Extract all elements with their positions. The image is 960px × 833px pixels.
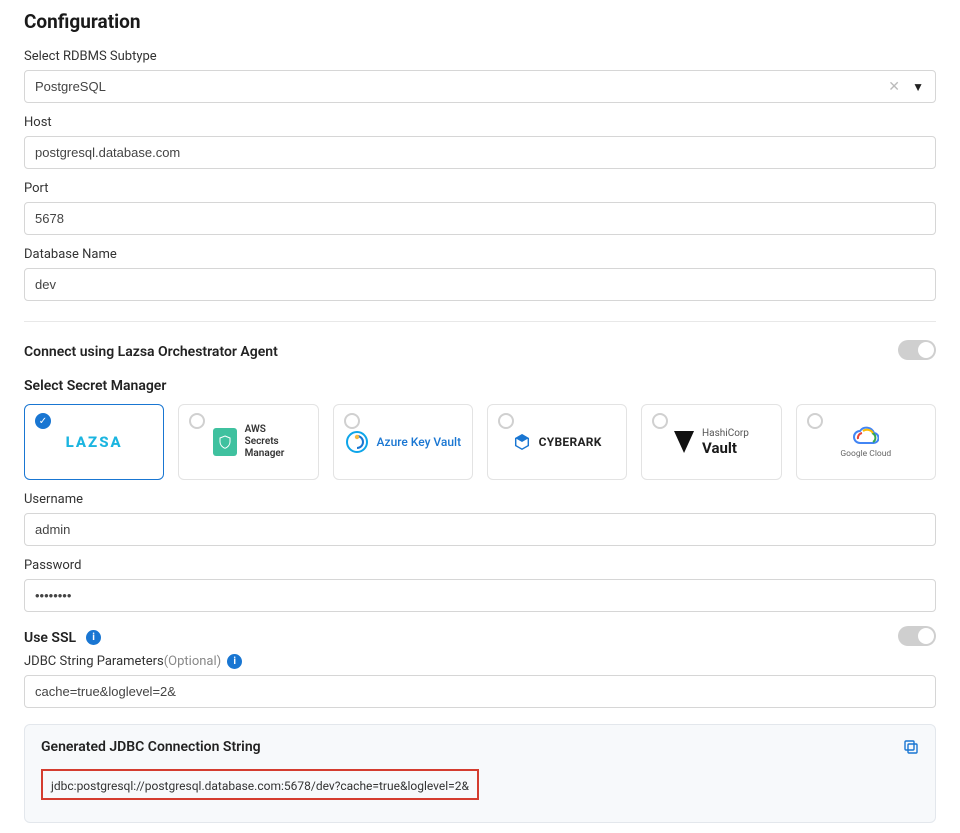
generated-connection-string: jdbc:postgresql://postgresql.database.co… — [51, 779, 469, 793]
secret-card-lazsa[interactable]: ✓ LAZSA — [24, 404, 164, 480]
secret-card-azure[interactable]: Azure Key Vault — [333, 404, 473, 480]
vault-icon — [674, 431, 694, 453]
rdbms-label: Select RDBMS Subtype — [24, 49, 936, 64]
vault-brand: HashiCorp — [702, 428, 749, 439]
info-icon[interactable]: i — [227, 654, 242, 669]
dbname-label: Database Name — [24, 247, 936, 262]
unchecked-icon — [807, 413, 823, 429]
jdbc-params-input[interactable] — [24, 675, 936, 708]
generated-connection-title: Generated JDBC Connection String — [41, 739, 919, 755]
divider — [24, 321, 936, 322]
dbname-input[interactable] — [24, 268, 936, 301]
port-label: Port — [24, 181, 936, 196]
username-input[interactable] — [24, 513, 936, 546]
cyberark-label: CYBERARK — [539, 435, 602, 449]
aws-line3: Manager — [245, 448, 285, 460]
password-label: Password — [24, 558, 936, 573]
azure-label: Azure Key Vault — [377, 435, 462, 449]
rdbms-select[interactable] — [24, 70, 936, 103]
secret-card-cyberark[interactable]: CYBERARK — [487, 404, 627, 480]
gcloud-icon — [853, 425, 879, 447]
aws-line2: Secrets — [245, 436, 285, 448]
connect-agent-toggle[interactable] — [898, 340, 936, 360]
host-input[interactable] — [24, 136, 936, 169]
copy-icon[interactable] — [903, 739, 919, 759]
password-input[interactable] — [24, 579, 936, 612]
azure-icon — [345, 430, 369, 454]
vault-label: Vault — [702, 439, 749, 457]
unchecked-icon — [189, 413, 205, 429]
secret-manager-label: Select Secret Manager — [24, 378, 936, 394]
unchecked-icon — [652, 413, 668, 429]
port-input[interactable] — [24, 202, 936, 235]
shield-icon — [213, 428, 237, 456]
host-label: Host — [24, 115, 936, 130]
connect-agent-label: Connect using Lazsa Orchestrator Agent — [24, 344, 278, 360]
page-title: Configuration — [24, 10, 936, 33]
chevron-down-icon[interactable]: ▼ — [912, 80, 924, 94]
secret-manager-cards: ✓ LAZSA AWS Secrets Manager Azure Key Va… — [24, 404, 936, 480]
generated-connection-highlight: jdbc:postgresql://postgresql.database.co… — [41, 769, 479, 800]
secret-card-gcloud[interactable]: Google Cloud — [796, 404, 936, 480]
unchecked-icon — [344, 413, 360, 429]
aws-line1: AWS — [245, 424, 285, 436]
username-label: Username — [24, 492, 936, 507]
gcloud-label: Google Cloud — [840, 449, 891, 459]
jdbc-params-label: JDBC String Parameters — [24, 654, 164, 669]
secret-card-vault[interactable]: HashiCorp Vault — [641, 404, 781, 480]
check-icon: ✓ — [35, 413, 51, 429]
secret-card-aws[interactable]: AWS Secrets Manager — [178, 404, 318, 480]
cyberark-icon — [513, 433, 531, 451]
lazsa-logo: LAZSA — [66, 433, 123, 451]
clear-icon[interactable]: ✕ — [888, 79, 900, 95]
info-icon[interactable]: i — [86, 630, 101, 645]
unchecked-icon — [498, 413, 514, 429]
jdbc-params-optional: (Optional) — [164, 654, 221, 669]
generated-connection-box: Generated JDBC Connection String jdbc:po… — [24, 724, 936, 823]
use-ssl-toggle[interactable] — [898, 626, 936, 646]
use-ssl-label: Use SSL — [24, 630, 76, 646]
